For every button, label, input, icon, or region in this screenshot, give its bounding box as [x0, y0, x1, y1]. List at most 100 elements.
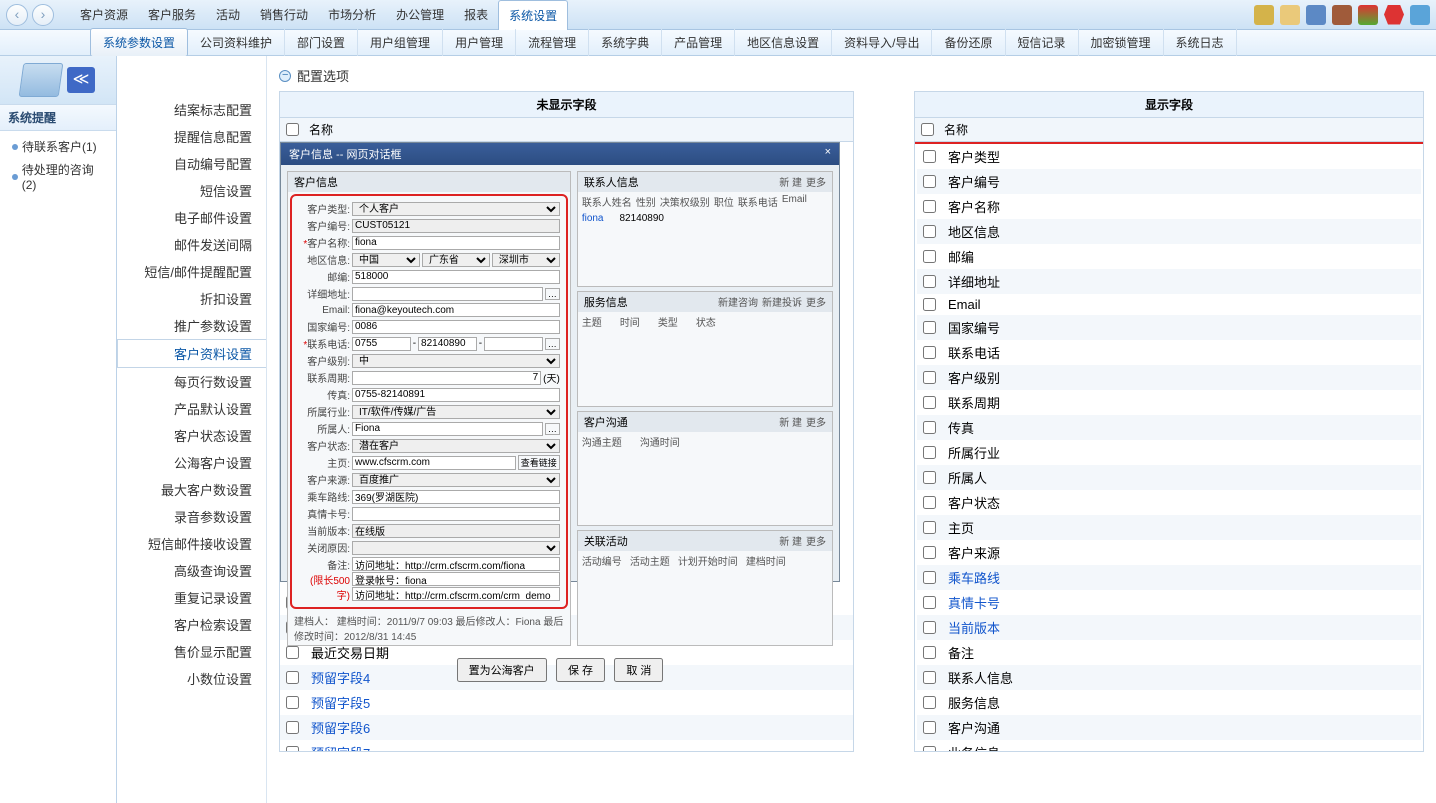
right-row-check-21[interactable]: [923, 671, 936, 684]
dlg-public-button[interactable]: 置为公海客户: [457, 658, 547, 682]
right-row-6[interactable]: Email: [917, 294, 1421, 315]
right-row-23[interactable]: 客户沟通: [917, 715, 1421, 740]
left-row-6[interactable]: 预留字段7: [280, 740, 853, 752]
region-a[interactable]: 中国: [352, 253, 420, 267]
right-row-check-5[interactable]: [923, 275, 936, 288]
close-select[interactable]: [352, 541, 560, 555]
settings-item-20[interactable]: 售价显示配置: [117, 638, 266, 665]
dlg-save-button[interactable]: 保 存: [556, 658, 605, 682]
settings-item-17[interactable]: 高级查询设置: [117, 557, 266, 584]
right-row-5[interactable]: 详细地址: [917, 269, 1421, 294]
settings-item-10[interactable]: 每页行数设置: [117, 368, 266, 395]
region-b[interactable]: 广东省: [422, 253, 490, 267]
right-row-check-12[interactable]: [923, 446, 936, 459]
left-row-4[interactable]: 预留字段5: [280, 690, 853, 715]
note1[interactable]: [352, 557, 560, 571]
right-row-13[interactable]: 所属人: [917, 465, 1421, 490]
ver-input[interactable]: [352, 524, 560, 538]
top-menu-5[interactable]: 办公管理: [386, 0, 454, 30]
right-select-all-checkbox[interactable]: [921, 123, 934, 136]
route-input[interactable]: [352, 490, 560, 504]
settings-item-21[interactable]: 小数位设置: [117, 665, 266, 692]
sub-menu-13[interactable]: 系统日志: [1164, 29, 1237, 56]
settings-item-3[interactable]: 短信设置: [117, 177, 266, 204]
card-input[interactable]: [352, 507, 560, 521]
right-row-check-18[interactable]: [923, 596, 936, 609]
left-row-check-4[interactable]: [286, 696, 299, 709]
toolbar-icon-1[interactable]: [1254, 5, 1274, 25]
settings-item-11[interactable]: 产品默认设置: [117, 395, 266, 422]
right-row-check-24[interactable]: [923, 746, 936, 752]
right-row-check-19[interactable]: [923, 621, 936, 634]
settings-item-8[interactable]: 推广参数设置: [117, 312, 266, 339]
sub-menu-4[interactable]: 用户管理: [443, 29, 516, 56]
right-row-3[interactable]: 地区信息: [917, 219, 1421, 244]
state-select[interactable]: 潜在客户: [352, 439, 560, 453]
name-input[interactable]: [352, 236, 560, 250]
toolbar-icon-7[interactable]: [1410, 5, 1430, 25]
settings-item-1[interactable]: 提醒信息配置: [117, 123, 266, 150]
top-menu-1[interactable]: 客户服务: [138, 0, 206, 30]
right-row-14[interactable]: 客户状态: [917, 490, 1421, 515]
top-menu-7[interactable]: 系统设置: [498, 0, 568, 30]
right-row-19[interactable]: 当前版本: [917, 615, 1421, 640]
settings-item-16[interactable]: 短信邮件接收设置: [117, 530, 266, 557]
right-row-check-1[interactable]: [923, 175, 936, 188]
right-row-check-9[interactable]: [923, 371, 936, 384]
right-row-check-8[interactable]: [923, 346, 936, 359]
sub-menu-3[interactable]: 用户组管理: [358, 29, 443, 56]
right-row-12[interactable]: 所属行业: [917, 440, 1421, 465]
right-row-check-6[interactable]: [923, 298, 936, 311]
right-row-22[interactable]: 服务信息: [917, 690, 1421, 715]
settings-item-9[interactable]: 客户资料设置: [117, 339, 266, 368]
tel-a[interactable]: [352, 337, 411, 351]
top-menu-2[interactable]: 活动: [206, 0, 250, 30]
right-row-check-0[interactable]: [923, 150, 936, 163]
right-row-2[interactable]: 客户名称: [917, 194, 1421, 219]
toolbar-icon-6[interactable]: [1384, 5, 1404, 25]
sub-menu-9[interactable]: 资料导入/导出: [832, 29, 932, 56]
settings-item-19[interactable]: 客户检索设置: [117, 611, 266, 638]
left-row-check-5[interactable]: [286, 721, 299, 734]
right-row-0[interactable]: 客户类型: [917, 144, 1421, 169]
right-row-check-15[interactable]: [923, 521, 936, 534]
right-row-check-3[interactable]: [923, 225, 936, 238]
right-row-check-14[interactable]: [923, 496, 936, 509]
right-row-15[interactable]: 主页: [917, 515, 1421, 540]
settings-item-13[interactable]: 公海客户设置: [117, 449, 266, 476]
left-select-all-checkbox[interactable]: [286, 123, 299, 136]
dlg-cancel-button[interactable]: 取 消: [614, 658, 663, 682]
right-row-24[interactable]: 业务信息: [917, 740, 1421, 752]
right-row-check-22[interactable]: [923, 696, 936, 709]
right-row-check-4[interactable]: [923, 250, 936, 263]
sub-menu-2[interactable]: 部门设置: [285, 29, 358, 56]
owner-input[interactable]: [352, 422, 543, 436]
left-row-5[interactable]: 预留字段6: [280, 715, 853, 740]
sidebar-item-0[interactable]: 待联系客户(1): [6, 135, 110, 158]
nav-back-button[interactable]: ‹: [6, 4, 28, 26]
right-row-10[interactable]: 联系周期: [917, 390, 1421, 415]
collapse-icon[interactable]: [279, 70, 291, 82]
settings-item-14[interactable]: 最大客户数设置: [117, 476, 266, 503]
right-row-8[interactable]: 联系电话: [917, 340, 1421, 365]
zip-input[interactable]: [352, 270, 560, 284]
email-input[interactable]: [352, 303, 560, 317]
settings-item-0[interactable]: 结案标志配置: [117, 96, 266, 123]
right-row-20[interactable]: 备注: [917, 640, 1421, 665]
nav-forward-button[interactable]: ›: [32, 4, 54, 26]
sub-menu-6[interactable]: 系统字典: [589, 29, 662, 56]
src-select[interactable]: 百度推广: [352, 473, 560, 487]
settings-item-15[interactable]: 录音参数设置: [117, 503, 266, 530]
right-row-7[interactable]: 国家编号: [917, 315, 1421, 340]
code-input[interactable]: [352, 219, 560, 233]
settings-item-12[interactable]: 客户状态设置: [117, 422, 266, 449]
right-row-check-2[interactable]: [923, 200, 936, 213]
toolbar-icon-2[interactable]: [1280, 5, 1300, 25]
right-row-check-20[interactable]: [923, 646, 936, 659]
top-menu-6[interactable]: 报表: [454, 0, 498, 30]
right-row-check-11[interactable]: [923, 421, 936, 434]
settings-item-6[interactable]: 短信/邮件提醒配置: [117, 258, 266, 285]
sidebar-item-1[interactable]: 待处理的咨询(2): [6, 158, 110, 195]
top-menu-0[interactable]: 客户资源: [70, 0, 138, 30]
settings-item-18[interactable]: 重复记录设置: [117, 584, 266, 611]
